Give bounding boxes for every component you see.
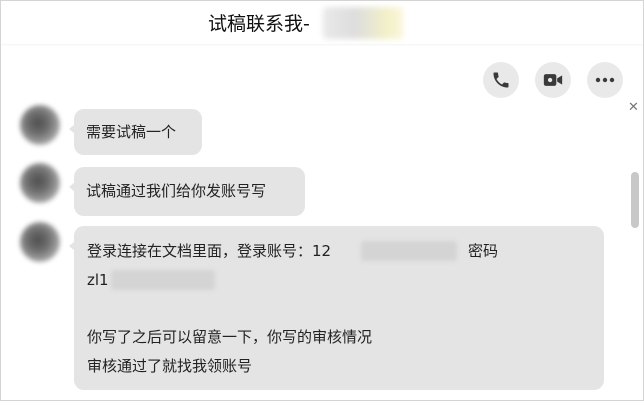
- phone-call-button[interactable]: [483, 62, 519, 98]
- message-text-review-note: 你写了之后可以留意一下，你写的审核情况: [87, 328, 373, 346]
- scrollbar-thumb[interactable]: [631, 172, 639, 228]
- bubble-tail: [69, 182, 75, 192]
- message-text-password-label: 密码: [468, 242, 499, 260]
- avatar[interactable]: [20, 105, 60, 145]
- message-text-login: 登录连接在文档里面，登录账号：12: [87, 242, 332, 260]
- message-text-claim-account: 审核通过了就找我领账号: [87, 357, 253, 375]
- bubble-tail: [69, 241, 75, 251]
- avatar[interactable]: [20, 222, 60, 262]
- redacted-contact-name: [323, 7, 403, 39]
- phone-icon: [493, 72, 509, 88]
- chat-header: 试稿联系我-: [1, 1, 643, 53]
- more-options-button[interactable]: [587, 62, 623, 98]
- bubble-tail: [69, 124, 75, 134]
- message-text: 试稿通过我们给你发账号写: [86, 182, 267, 200]
- redacted-password: [111, 270, 215, 290]
- message-bubble: 试稿通过我们给你发账号写: [69, 167, 305, 216]
- video-camera-icon: [543, 74, 563, 86]
- chat-actions: [483, 62, 623, 98]
- message-text: 需要试稿一个: [86, 123, 177, 141]
- close-icon[interactable]: ✕: [628, 101, 639, 114]
- message-text-password: zl1: [87, 271, 109, 289]
- redacted-account: [361, 241, 457, 261]
- chat-title: 试稿联系我-: [208, 13, 310, 35]
- message-bubble: 登录连接在文档里面，登录账号：12 密码 zl1 你写了之后可以留意一下，你写的…: [69, 226, 604, 390]
- header-divider: [1, 44, 643, 46]
- message-bubble: 需要试稿一个: [69, 109, 202, 155]
- more-horizontal-icon: [595, 77, 615, 83]
- video-call-button[interactable]: [535, 62, 571, 98]
- avatar[interactable]: [20, 163, 60, 203]
